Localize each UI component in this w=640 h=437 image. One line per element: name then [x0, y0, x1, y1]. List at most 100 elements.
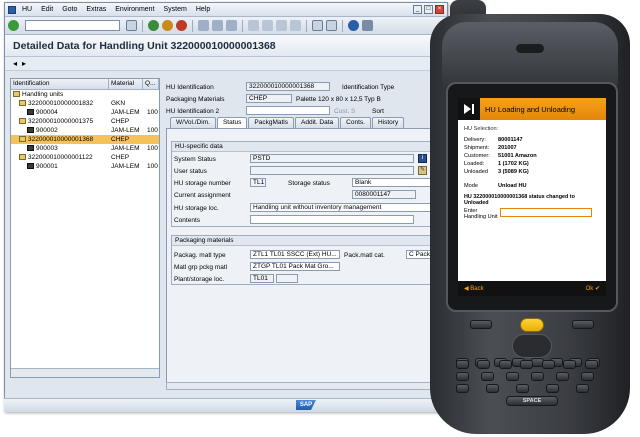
current-assignment-field[interactable]: 0080001147	[352, 190, 416, 199]
next-object-icon[interactable]: ▸	[22, 59, 26, 68]
keypad-key[interactable]	[520, 360, 534, 369]
matl-grp-select[interactable]: ZTGP TL01 Pack Mat Gro...	[250, 262, 340, 271]
keypad-key[interactable]	[486, 384, 499, 393]
cust-s-checkbox[interactable]: Cust. S	[334, 108, 355, 115]
exit-icon[interactable]	[162, 20, 173, 31]
tab-status[interactable]: Status	[216, 117, 248, 128]
previous-object-icon[interactable]: ◂	[13, 59, 17, 68]
field-value: 201007	[498, 145, 517, 151]
new-session-icon[interactable]	[312, 20, 323, 31]
ok-softkey[interactable]: Ok ✔	[586, 285, 600, 292]
handheld-scanner: HU Loading and Unloading HU Selection: D…	[420, 0, 638, 437]
hu-selection-fields: Delivery: 80001147 Shipment: 201007 Customer…	[464, 136, 600, 176]
contents-field[interactable]	[250, 215, 414, 224]
keypad-key[interactable]	[576, 384, 589, 393]
current-assignment-label: Current assignment	[174, 192, 231, 199]
tree-row[interactable]: 900002 JAM-LEM 100	[11, 126, 159, 135]
scan-trigger[interactable]	[520, 318, 544, 332]
status-message: HU 322000010000001368 status changed to …	[464, 194, 575, 206]
packag-matl-type-select[interactable]: ZTL1 TL01 SSCC (Ext) HU...	[250, 250, 340, 259]
keypad-key[interactable]	[584, 360, 598, 369]
keypad-key[interactable]	[498, 360, 512, 369]
application-toolbar: ◂ ▸	[5, 57, 447, 71]
keypad-key[interactable]	[546, 384, 559, 393]
packaging-materials-field[interactable]: CHEP	[246, 94, 292, 103]
menu-goto[interactable]: Goto	[62, 6, 77, 13]
storage-loc-field[interactable]	[276, 274, 298, 283]
print-icon[interactable]	[198, 20, 209, 31]
tree-col-quantity[interactable]: Q...	[143, 79, 159, 89]
find-icon[interactable]	[212, 20, 223, 31]
keypad-key[interactable]	[563, 360, 577, 369]
tree-row-id: 900001	[36, 163, 58, 170]
hu-storage-number-field[interactable]: TL1	[250, 178, 266, 187]
hu-identification-field[interactable]: 322000010000001368	[246, 82, 330, 91]
tab-history[interactable]: History	[371, 117, 405, 128]
system-status-field[interactable]: PSTD	[250, 154, 414, 163]
keypad-key[interactable]	[516, 384, 529, 393]
tree-row[interactable]: 322000010000001122 CHEP	[11, 153, 159, 162]
next-page-icon[interactable]	[276, 20, 287, 31]
tab-addit-data[interactable]: Addit. Data	[295, 117, 340, 128]
navigation-pad[interactable]	[512, 334, 552, 358]
tab-conts[interactable]: Conts.	[340, 117, 371, 128]
tree-header: Identification Material Q...	[11, 79, 159, 90]
first-page-icon[interactable]	[248, 20, 259, 31]
keypad-key[interactable]	[456, 360, 469, 369]
keypad-key[interactable]	[581, 372, 594, 381]
menu-help[interactable]: Help	[196, 6, 210, 13]
field-label: Shipment:	[464, 145, 490, 151]
space-key[interactable]: SPACE	[506, 396, 558, 406]
keypad-key[interactable]	[506, 372, 519, 381]
keypad-key[interactable]	[541, 360, 555, 369]
enter-hu-input[interactable]	[500, 208, 592, 217]
menu-environment[interactable]: Environment	[115, 6, 154, 13]
previous-page-icon[interactable]	[262, 20, 273, 31]
left-softkey[interactable]	[470, 320, 492, 329]
right-softkey[interactable]	[572, 320, 594, 329]
tree-horizontal-scrollbar[interactable]	[11, 368, 159, 377]
menu-system[interactable]: System	[164, 6, 187, 13]
tree-row[interactable]: 322000010000001375 CHEP	[11, 117, 159, 126]
menu-edit[interactable]: Edit	[41, 6, 53, 13]
shortcut-icon[interactable]	[326, 20, 337, 31]
menu-hu[interactable]: HU	[22, 6, 32, 13]
tree-row[interactable]: 900004 JAM-LEM 100	[11, 108, 159, 117]
hu-storage-loc-select[interactable]: Handling unit without inventory manageme…	[250, 203, 432, 212]
enter-icon[interactable]	[8, 20, 19, 31]
keypad-key[interactable]	[456, 384, 469, 393]
keypad-key[interactable]	[477, 360, 491, 369]
tree-col-identification[interactable]: Identification	[11, 79, 109, 89]
tab-packgmatls[interactable]: PackgMatls	[248, 117, 294, 128]
keypad-key[interactable]	[531, 372, 544, 381]
tree-row[interactable]: 322000010000001832 GKN	[11, 99, 159, 108]
save-icon[interactable]	[126, 20, 137, 31]
command-field[interactable]	[25, 20, 120, 31]
last-page-icon[interactable]	[290, 20, 301, 31]
tree-root[interactable]: Handling units	[11, 90, 159, 99]
play-pause-icon[interactable]	[458, 98, 480, 120]
tree-row[interactable]: 900003 JAM-LEM 100	[11, 144, 159, 153]
user-status-field[interactable]	[250, 166, 414, 175]
find-next-icon[interactable]	[226, 20, 237, 31]
keypad-key[interactable]	[481, 372, 494, 381]
back-softkey[interactable]: ◀ Back	[464, 285, 484, 292]
tree-col-material[interactable]: Material	[109, 79, 143, 89]
tab-w-vol-dim[interactable]: W/Vol./Dim.	[170, 117, 216, 128]
hu-identification2-field[interactable]	[246, 106, 330, 115]
tree-row[interactable]: 900001 JAM-LEM 100	[11, 162, 159, 171]
back-icon[interactable]	[148, 20, 159, 31]
keypad-key[interactable]	[456, 372, 469, 381]
detail-horizontal-scrollbar[interactable]	[166, 382, 438, 390]
status-bar-bg	[4, 398, 448, 412]
plant-storage-loc-label: Plant/storage loc.	[174, 276, 225, 283]
cancel-icon[interactable]	[176, 20, 187, 31]
keypad-key[interactable]	[556, 372, 569, 381]
layout-icon[interactable]	[362, 20, 373, 31]
plant-field[interactable]: TL01	[250, 274, 274, 283]
material-icon	[27, 109, 34, 115]
field-value: 1 (1702 KG)	[498, 161, 529, 167]
menu-extras[interactable]: Extras	[86, 6, 106, 13]
help-icon[interactable]	[348, 20, 359, 31]
tree-row[interactable]: 322000010000001368 CHEP	[11, 135, 159, 144]
